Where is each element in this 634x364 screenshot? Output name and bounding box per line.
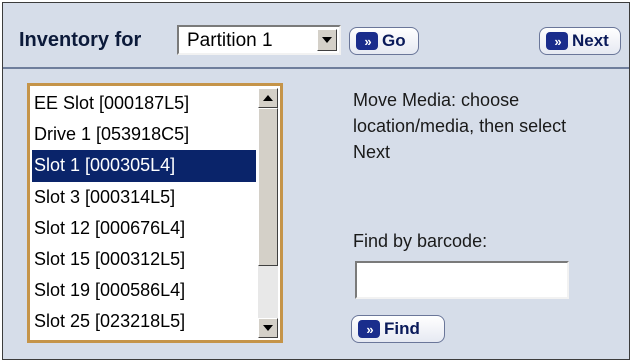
list-item[interactable]: EE Slot [000187L5]	[32, 88, 256, 119]
scroll-up-icon[interactable]	[258, 88, 278, 108]
find-by-barcode-label: Find by barcode:	[353, 231, 488, 251]
go-button[interactable]: » Go	[349, 27, 419, 55]
list-item[interactable]: Slot 3 [000314L5]	[32, 182, 256, 213]
list-item[interactable]: Slot 12 [000676L4]	[32, 213, 256, 244]
media-list-items: EE Slot [000187L5] Drive 1 [053918C5] Slot…	[32, 88, 256, 338]
double-chevron-right-icon: »	[356, 32, 378, 50]
media-location-list[interactable]: EE Slot [000187L5] Drive 1 [053918C5] Slot…	[27, 83, 283, 343]
find-button[interactable]: » Find	[351, 315, 445, 343]
scroll-down-icon[interactable]	[258, 318, 278, 338]
inventory-for-label: Inventory for	[19, 29, 142, 51]
inventory-header: Inventory for Partition 1 » Go » Next	[3, 3, 629, 69]
scrollbar-thumb[interactable]	[258, 108, 278, 266]
next-button-label: Next	[572, 31, 609, 50]
dropdown-arrow-icon[interactable]	[317, 29, 337, 51]
next-button[interactable]: » Next	[539, 27, 621, 55]
double-chevron-right-icon: »	[358, 320, 380, 338]
move-media-panel: Inventory for Partition 1 » Go » Next EE…	[2, 2, 630, 360]
instructions-text: Move Media: choose location/media, then …	[353, 90, 567, 162]
go-button-label: Go	[382, 31, 406, 50]
find-button-label: Find	[384, 319, 420, 338]
list-item[interactable]: Slot 1 [000305L4]	[32, 150, 256, 182]
list-item[interactable]: Drive 1 [053918C5]	[32, 119, 256, 150]
partition-select-value: Partition 1	[187, 30, 273, 51]
list-item[interactable]: Slot 25 [023218L5]	[32, 306, 256, 337]
partition-select[interactable]: Partition 1	[177, 25, 341, 55]
list-scrollbar[interactable]	[258, 88, 278, 338]
list-item[interactable]: Slot 19 [000586L4]	[32, 275, 256, 306]
double-chevron-right-icon: »	[546, 32, 568, 50]
barcode-input[interactable]	[355, 261, 569, 299]
list-item[interactable]: Slot 15 [000312L5]	[32, 244, 256, 275]
